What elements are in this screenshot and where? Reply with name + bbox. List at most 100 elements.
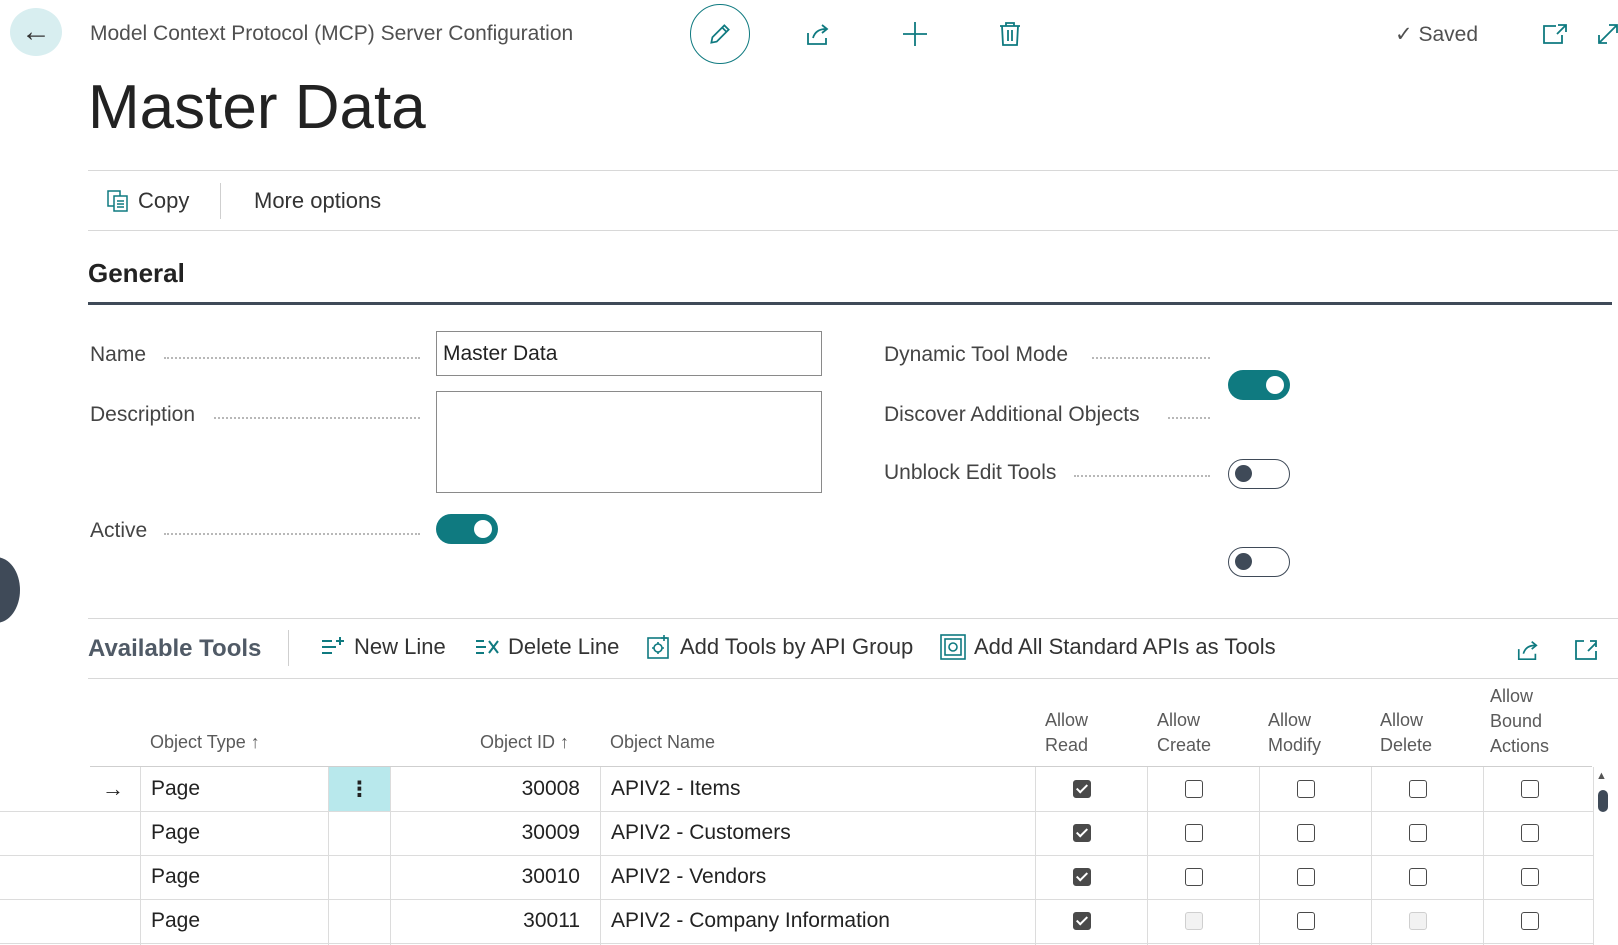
allow-create-checkbox[interactable]	[1185, 780, 1203, 798]
dot-leader	[164, 357, 420, 359]
divider	[88, 230, 1618, 231]
trash-icon	[1000, 22, 1020, 46]
allow-read-checkbox[interactable]	[1073, 780, 1091, 798]
dynamic-tool-mode-label: Dynamic Tool Mode	[884, 343, 1069, 366]
allow-delete-checkbox[interactable]	[1409, 868, 1427, 886]
scroll-up-icon[interactable]: ▲	[1596, 770, 1610, 782]
column-header-allow-create[interactable]: Allow Create	[1157, 708, 1211, 758]
object-name-cell[interactable]: APIV2 - Company Information	[611, 899, 890, 943]
dot-leader	[214, 417, 420, 419]
object-type-cell[interactable]: Page	[151, 899, 200, 943]
object-id-cell[interactable]: 30008	[400, 767, 580, 811]
allow-create-checkbox[interactable]	[1185, 868, 1203, 886]
allow-bound-checkbox[interactable]	[1521, 912, 1539, 930]
discover-additional-objects-toggle[interactable]	[1228, 459, 1290, 489]
object-id-cell[interactable]: 30009	[400, 811, 580, 855]
allow-modify-checkbox[interactable]	[1297, 780, 1315, 798]
allow-create-checkbox[interactable]	[1185, 824, 1203, 842]
edit-button[interactable]	[690, 4, 750, 64]
row-selected-arrow-icon: →	[102, 776, 124, 801]
column-header-allow-bound-actions[interactable]: Allow Bound Actions	[1490, 684, 1549, 759]
divider	[88, 618, 1618, 619]
allow-modify-checkbox[interactable]	[1297, 912, 1315, 930]
new-line-button[interactable]: New Line	[320, 634, 446, 660]
allow-read-checkbox[interactable]	[1073, 868, 1091, 886]
allow-delete-checkbox[interactable]	[1409, 824, 1427, 842]
active-toggle[interactable]	[436, 514, 498, 544]
name-label: Name	[90, 343, 147, 366]
standard-apis-icon	[940, 634, 966, 660]
allow-bound-checkbox[interactable]	[1521, 824, 1539, 842]
new-line-icon	[322, 637, 344, 654]
object-id-cell[interactable]: 30011	[400, 899, 580, 943]
page-title: Master Data	[88, 73, 426, 142]
arrow-left-icon: ←	[21, 15, 51, 48]
allow-delete-checkbox[interactable]	[1409, 780, 1427, 798]
sort-ascending-icon: ↑	[560, 732, 570, 752]
table-row[interactable]: → ⋮ Page 30008 APIV2 - Items	[0, 767, 1593, 812]
pencil-icon	[710, 24, 730, 44]
divider	[88, 678, 1618, 679]
object-type-cell[interactable]: Page	[151, 855, 200, 899]
copy-icon	[107, 190, 128, 212]
allow-create-checkbox	[1185, 912, 1203, 930]
section-rule	[88, 302, 1612, 305]
object-name-cell[interactable]: APIV2 - Vendors	[611, 855, 766, 899]
more-options-button[interactable]: More options	[254, 188, 381, 214]
allow-read-checkbox[interactable]	[1073, 824, 1091, 842]
dot-leader	[1092, 357, 1210, 359]
allow-modify-checkbox[interactable]	[1297, 824, 1315, 842]
checkmark-icon: ✓	[1395, 23, 1413, 46]
object-type-cell[interactable]: Page	[151, 767, 200, 811]
new-button[interactable]	[895, 14, 935, 54]
open-new-window-button[interactable]	[1535, 14, 1575, 54]
allow-delete-checkbox	[1409, 912, 1427, 930]
table-row[interactable]: Page 30011 APIV2 - Company Information	[0, 899, 1593, 944]
allow-bound-checkbox[interactable]	[1521, 868, 1539, 886]
column-header-object-type[interactable]: Object Type ↑	[150, 730, 260, 755]
expand-icon	[1575, 640, 1597, 660]
share-button[interactable]	[798, 14, 838, 54]
scrollbar-thumb[interactable]	[1598, 790, 1608, 812]
dynamic-tool-mode-toggle[interactable]	[1228, 370, 1290, 400]
copy-button[interactable]: Copy	[106, 188, 189, 214]
column-header-object-id[interactable]: Object ID ↑	[480, 730, 569, 755]
discover-additional-objects-label: Discover Additional Objects	[884, 403, 1140, 426]
delete-line-button[interactable]: Delete Line	[474, 634, 619, 660]
object-type-cell[interactable]: Page	[151, 811, 200, 855]
object-id-cell[interactable]: 30010	[400, 855, 580, 899]
back-button[interactable]: ←	[10, 8, 62, 56]
dot-leader	[164, 533, 420, 535]
object-name-cell[interactable]: APIV2 - Customers	[611, 811, 791, 855]
description-field[interactable]	[436, 391, 822, 493]
column-header-allow-read[interactable]: Allow Read	[1045, 708, 1088, 758]
table-row[interactable]: Page 30009 APIV2 - Customers	[0, 811, 1593, 856]
dot-leader	[1074, 475, 1210, 477]
allow-modify-checkbox[interactable]	[1297, 868, 1315, 886]
table-row[interactable]: Page 30010 APIV2 - Vendors	[0, 855, 1593, 900]
column-header-allow-delete[interactable]: Allow Delete	[1380, 708, 1432, 758]
divider	[288, 630, 289, 666]
allow-read-checkbox[interactable]	[1073, 912, 1091, 930]
active-label: Active	[90, 519, 148, 542]
share-list-button[interactable]	[1508, 630, 1548, 670]
side-panel-handle[interactable]	[0, 557, 20, 623]
delete-button[interactable]	[990, 14, 1030, 54]
tools-grid: → ⋮ Page 30008 APIV2 - Items Page 30009 APIV2 -…	[0, 767, 1618, 945]
row-menu-button[interactable]: ⋮	[329, 767, 390, 811]
object-name-cell[interactable]: APIV2 - Items	[611, 767, 741, 811]
column-header-allow-modify[interactable]: Allow Modify	[1268, 708, 1321, 758]
share-icon	[1517, 641, 1538, 661]
sort-ascending-icon: ↑	[250, 732, 260, 752]
expand-list-button[interactable]	[1566, 630, 1606, 670]
api-group-icon	[647, 635, 669, 659]
dot-leader	[1168, 417, 1210, 419]
expand-button[interactable]	[1588, 14, 1618, 54]
expand-icon	[1598, 24, 1618, 44]
name-field[interactable]: Master Data	[436, 331, 822, 376]
unblock-edit-tools-toggle[interactable]	[1228, 547, 1290, 577]
column-header-object-name[interactable]: Object Name	[610, 730, 715, 755]
add-all-standard-apis-button[interactable]: Add All Standard APIs as Tools	[940, 634, 1276, 660]
allow-bound-checkbox[interactable]	[1521, 780, 1539, 798]
add-tools-by-api-group-button[interactable]: Add Tools by API Group	[646, 634, 913, 660]
